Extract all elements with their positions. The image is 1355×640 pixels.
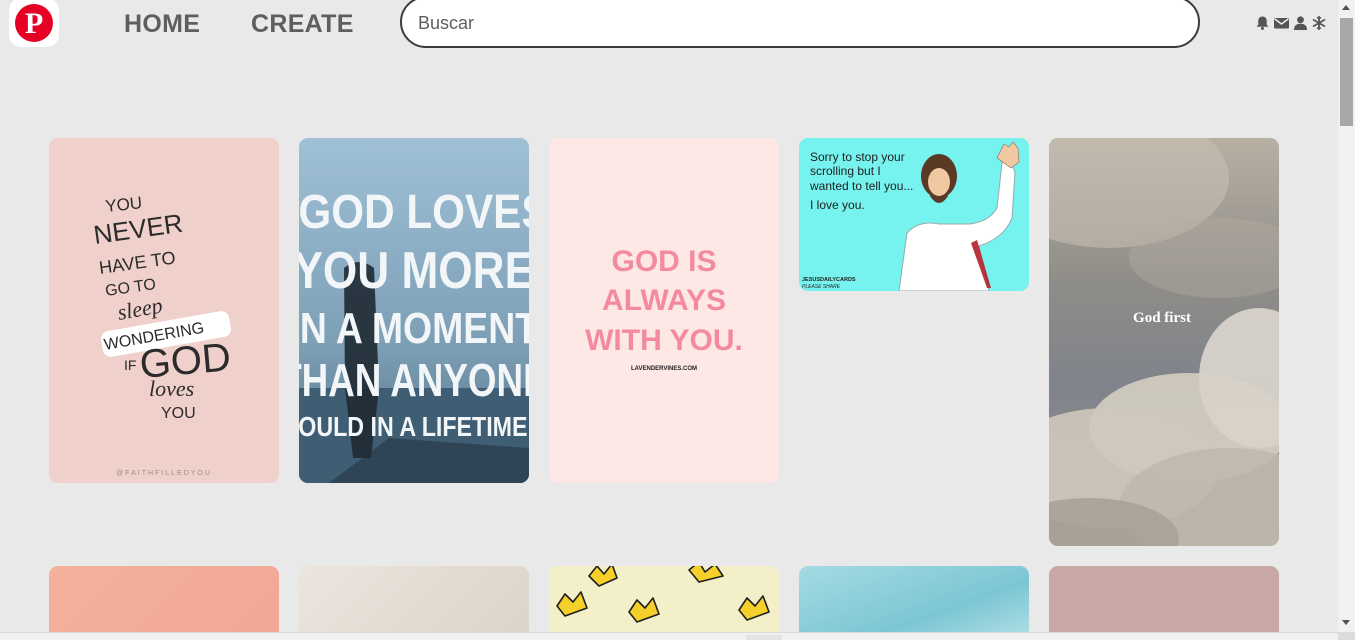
pin-2-line: THAN ANYONE <box>299 354 529 406</box>
pin-2-line: YOU MORE <box>299 242 529 300</box>
pin-card[interactable]: “GOD LOVES YOU MORE IN A MOMENT THAN ANY… <box>299 138 529 483</box>
header-icons <box>1254 15 1327 31</box>
scroll-up-arrow-icon[interactable] <box>1342 5 1350 10</box>
pin-2-line: IN A MOMENT <box>299 303 529 353</box>
pin-1-line: HAVE TO <box>98 247 177 278</box>
pin-1-line: YOU <box>161 405 196 422</box>
pin-3-image: GOD IS ALWAYS WITH YOU. LAVENDERVINES.CO… <box>585 245 743 372</box>
pinterest-logo-icon: P <box>15 3 53 42</box>
scrollbar-corner <box>1338 632 1355 640</box>
snowflake-icon[interactable] <box>1311 15 1327 31</box>
pin-3-line: ALWAYS <box>602 284 726 317</box>
bell-icon[interactable] <box>1254 15 1270 31</box>
nav-home-link[interactable]: HOME <box>124 10 200 39</box>
pin-card[interactable]: GOD IS ALWAYS WITH YOU. LAVENDERVINES.CO… <box>549 138 779 483</box>
pin-card[interactable] <box>1049 566 1279 640</box>
horizontal-scrollbar-thumb[interactable] <box>746 635 782 640</box>
pin-card[interactable] <box>49 566 279 640</box>
pin-card[interactable]: God first <box>1049 138 1279 546</box>
logo-letter: P <box>25 7 43 40</box>
search-bar[interactable] <box>400 0 1200 48</box>
pin-4-line: Sorry to stop your <box>810 150 905 164</box>
pin-1-footer: @FAITHFILLEDYOU <box>116 470 212 477</box>
pin-card[interactable]: Sorry to stop your scrolling but I wante… <box>799 138 1029 291</box>
pin-1-line: YOU <box>104 193 143 216</box>
pin-5-image: God first <box>1049 138 1279 546</box>
top-bar: P HOME CREATE <box>0 0 1338 48</box>
user-icon[interactable] <box>1292 15 1308 31</box>
crown-pattern-image <box>556 566 770 623</box>
pin-card[interactable]: YOU NEVER HAVE TO GO TO sleep WONDERING … <box>49 138 279 483</box>
pin-4-line: wanted to tell you... <box>809 179 913 193</box>
pin-card[interactable] <box>299 566 529 640</box>
pin-4-brand: JESUSDAILYCARDS <box>802 277 856 283</box>
pin-1-line: IF <box>124 357 136 373</box>
pin-4-line: I love you. <box>810 198 865 212</box>
nav-create-link[interactable]: CREATE <box>251 10 354 39</box>
scroll-down-arrow-icon[interactable] <box>1342 620 1350 625</box>
pin-card[interactable] <box>549 566 779 640</box>
horizontal-scrollbar[interactable] <box>0 632 1338 640</box>
pin-card[interactable] <box>799 566 1029 640</box>
pin-2-line: COULD IN A LIFETIME.” <box>299 412 529 442</box>
pin-1-image: YOU NEVER HAVE TO GO TO sleep WONDERING … <box>92 193 233 477</box>
pin-2-line: “GOD LOVES <box>299 184 529 238</box>
pin-5-line: God first <box>1133 310 1191 326</box>
pin-3-footer: LAVENDERVINES.COM <box>631 366 697 372</box>
pinterest-logo[interactable]: P <box>9 0 59 47</box>
pin-4-line: scrolling but I <box>810 164 881 178</box>
pin-4-brand-sub: PLEASE SHARE <box>802 284 841 290</box>
pin-3-line: WITH YOU. <box>585 324 743 357</box>
vertical-scrollbar[interactable] <box>1338 0 1355 632</box>
vertical-scrollbar-thumb[interactable] <box>1340 18 1353 126</box>
pin-2-image: “GOD LOVES YOU MORE IN A MOMENT THAN ANY… <box>299 138 529 483</box>
pin-1-line: loves <box>149 376 194 401</box>
pin-3-line: GOD IS <box>611 245 716 278</box>
pin-4-image: Sorry to stop your scrolling but I wante… <box>802 141 1020 291</box>
mail-icon[interactable] <box>1273 15 1289 31</box>
search-input[interactable] <box>418 9 1178 37</box>
